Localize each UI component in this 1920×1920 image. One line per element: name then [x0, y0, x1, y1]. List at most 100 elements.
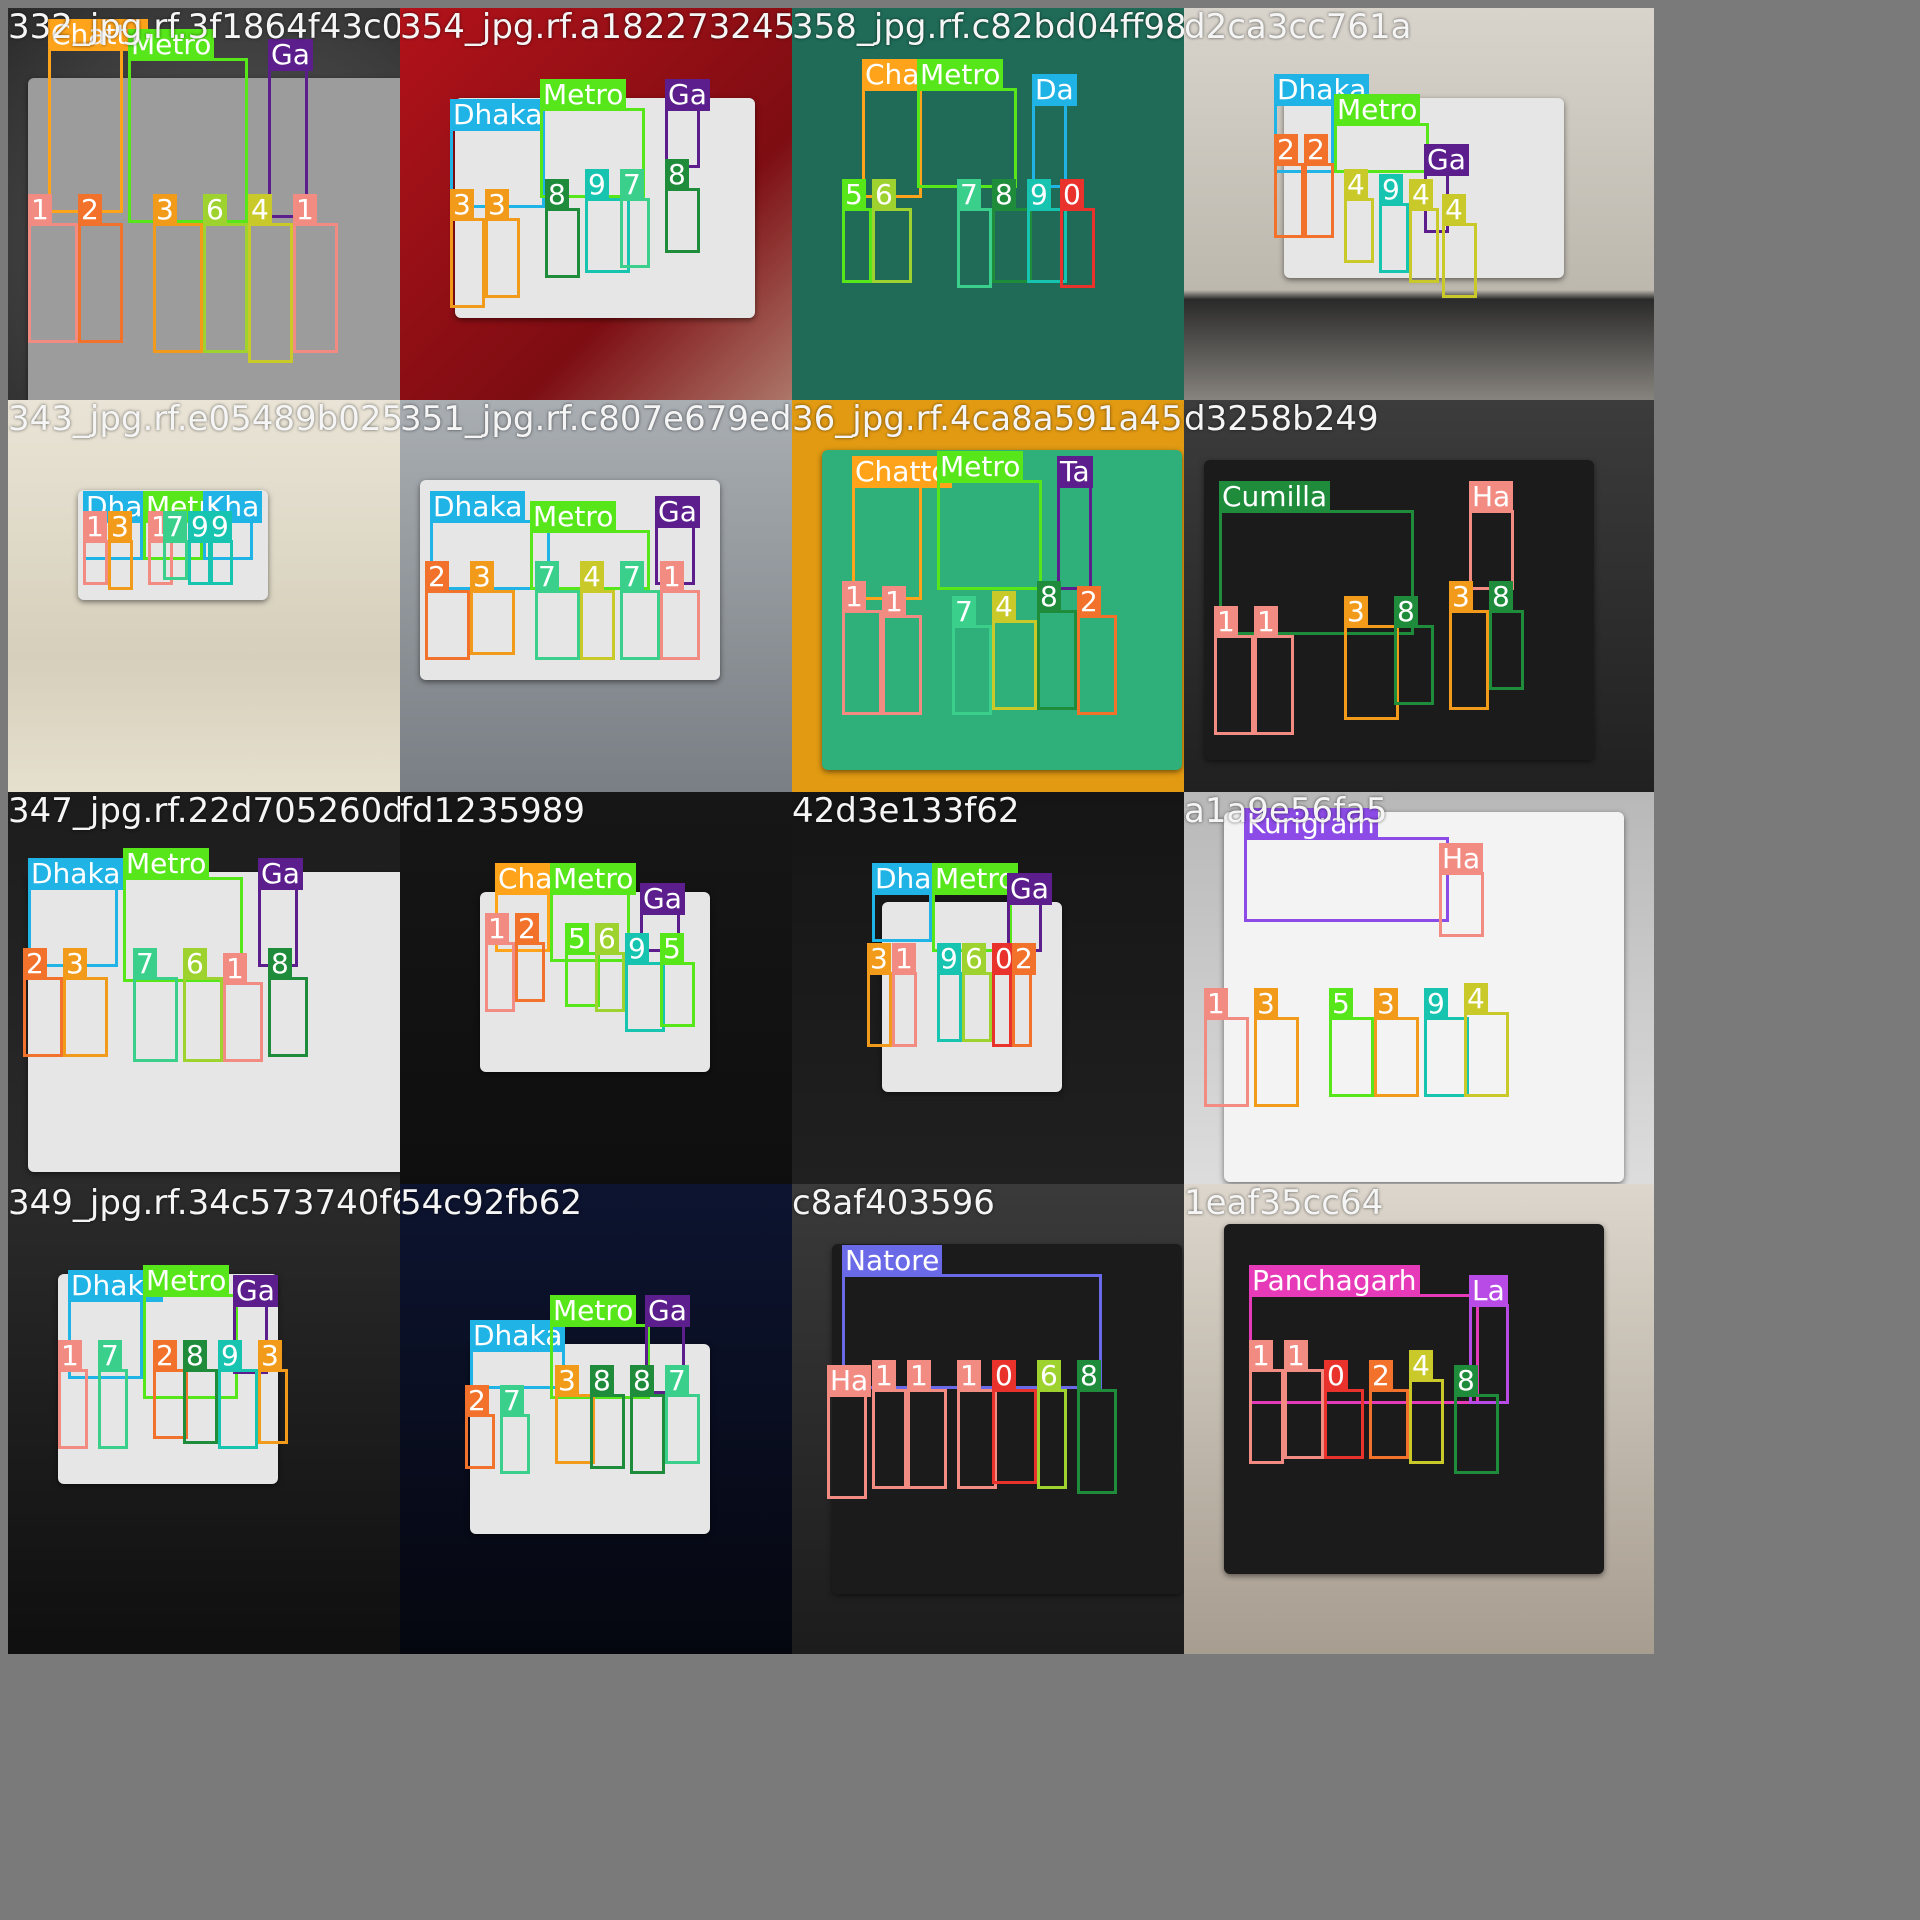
bbox-label: 8 [1454, 1365, 1478, 1397]
bbox-3: 3 [108, 511, 133, 590]
bbox-4: 4 [580, 561, 615, 660]
bbox-label: 5 [1329, 988, 1353, 1020]
bbox-label: 1 [957, 1360, 981, 1392]
bbox-8: 8 [1454, 1365, 1499, 1474]
bbox-8: 8 [665, 159, 700, 253]
bbox-4: 4 [1344, 169, 1374, 263]
bbox-label: Ga [655, 496, 700, 528]
bbox-label: 9 [585, 169, 609, 201]
bbox-7: 7 [665, 1365, 700, 1464]
bbox-metro: Metro [1334, 94, 1429, 173]
bbox-5: 5 [842, 179, 872, 283]
detection-grid: Chatto Metro Ga 1 2 3 6 4 1 332_jpg.rf.3f1864f43c… [0, 0, 1920, 1920]
bbox-label: 9 [208, 511, 232, 543]
image-filename-caption: c8af403596 [792, 1184, 995, 1223]
bbox-label: 4 [580, 561, 604, 593]
bbox-8: 8 [630, 1365, 665, 1474]
bbox-label: 9 [625, 933, 649, 965]
bbox-2: 2 [515, 913, 545, 1002]
bbox-label: Panchagarh [1249, 1265, 1420, 1297]
bbox-metro: Metro [128, 29, 248, 223]
bbox-label: 3 [258, 1340, 282, 1372]
bbox-3: 3 [1254, 988, 1299, 1107]
bbox-label: 1 [1214, 606, 1238, 638]
bbox-label: 1 [872, 1360, 896, 1392]
bbox-label: Metro [932, 863, 1019, 895]
bbox-label: 0 [1060, 179, 1084, 211]
bbox-label: 3 [470, 561, 494, 593]
bbox-label: 8 [630, 1365, 654, 1397]
bbox-da: Da [1032, 74, 1077, 188]
bbox-label: 2 [153, 1340, 177, 1372]
bbox-label: 1 [892, 943, 916, 975]
bbox-dha: Dha [872, 863, 935, 942]
bbox-label: 8 [1489, 581, 1513, 613]
bbox-label: 8 [268, 948, 292, 980]
bbox-1: 1 [1284, 1340, 1324, 1459]
bbox-1: 1 [28, 194, 78, 343]
bbox-9: 9 [208, 511, 233, 585]
image-filename-caption: 1eaf35cc64 [1184, 1184, 1384, 1223]
bbox-label: 3 [1449, 581, 1473, 613]
bbox-label: Ha [827, 1365, 872, 1397]
bbox-9: 9 [1379, 174, 1409, 273]
bbox-label: Metro [550, 1295, 637, 1327]
bbox-4: 4 [1409, 1350, 1444, 1464]
bbox-0: 0 [1060, 179, 1095, 288]
bbox-1: 1 [842, 581, 882, 715]
bbox-label: 9 [1424, 988, 1448, 1020]
bbox-1: 1 [660, 561, 700, 660]
bbox-0: 0 [992, 943, 1016, 1047]
bbox-label: 6 [183, 948, 207, 980]
bbox-4: 4 [248, 194, 293, 363]
bbox-2: 2 [1077, 586, 1117, 715]
bbox-6: 6 [183, 948, 223, 1062]
bbox-label: Dha [872, 863, 935, 895]
bbox-2: 2 [1369, 1360, 1409, 1459]
bbox-1: 1 [892, 943, 917, 1047]
bbox-label: Metro [1334, 94, 1421, 126]
bbox-7: 7 [163, 511, 188, 580]
bbox-8: 8 [1077, 1360, 1117, 1494]
bbox-label: 4 [1464, 983, 1488, 1015]
bbox-label: 8 [1037, 581, 1061, 613]
bbox-label: Ga [665, 79, 710, 111]
image-filename-caption: 54c92fb62 [400, 1184, 583, 1223]
bbox-label: 9 [1027, 179, 1051, 211]
bbox-9: 9 [1424, 988, 1469, 1097]
bbox-9: 9 [937, 943, 962, 1042]
bbox-ha: Ha [1469, 481, 1514, 590]
bbox-label: 3 [555, 1365, 579, 1397]
bbox-8: 8 [545, 179, 580, 278]
bbox-label: Da [1032, 74, 1077, 106]
bbox-label: Metro [143, 1265, 230, 1297]
bbox-1: 1 [83, 511, 108, 585]
bbox-label: 7 [620, 169, 644, 201]
bbox-label: 1 [882, 586, 906, 618]
bbox-label: 7 [133, 948, 157, 980]
bbox-3: 3 [1374, 988, 1419, 1097]
bbox-3: 3 [1449, 581, 1489, 710]
bbox-label: 9 [937, 943, 961, 975]
bbox-9: 9 [625, 933, 665, 1032]
bbox-label: 1 [1249, 1340, 1273, 1372]
bbox-1: 1 [872, 1360, 907, 1489]
bbox-3: 3 [258, 1340, 288, 1444]
bbox-1: 1 [957, 1360, 997, 1489]
bbox-label: 4 [1442, 194, 1466, 226]
bbox-3: 3 [450, 189, 485, 308]
bbox-label: 2 [465, 1385, 489, 1417]
bbox-label: Ta [1057, 456, 1093, 488]
bbox-8: 8 [1489, 581, 1524, 690]
bbox-label: 3 [108, 511, 132, 543]
bbox-label: 1 [842, 581, 866, 613]
bbox-label: Ga [645, 1295, 690, 1327]
bbox-label: Ga [1007, 873, 1052, 905]
image-filename-caption: d2ca3cc761a [1184, 8, 1412, 47]
bbox-label: 4 [248, 194, 272, 226]
bbox-label: 1 [1204, 988, 1228, 1020]
image-filename-caption: 42d3e133f62 [792, 792, 1020, 831]
bbox-label: 5 [660, 933, 684, 965]
bbox-label: 2 [425, 561, 449, 593]
bbox-label: 8 [1077, 1360, 1101, 1392]
